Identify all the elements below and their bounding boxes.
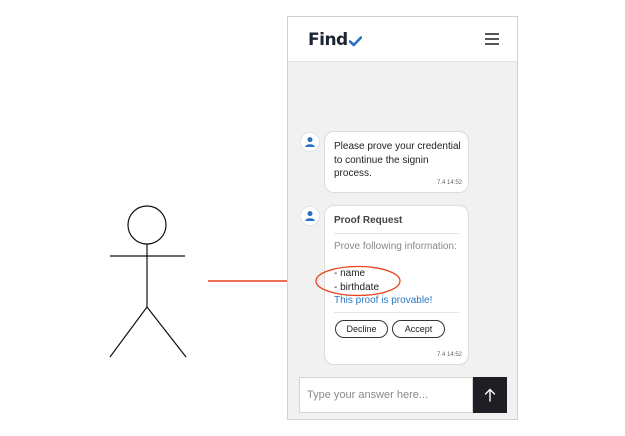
divider (334, 312, 459, 313)
divider (334, 233, 459, 234)
app-header: Find (288, 17, 517, 62)
highlight-ellipse (315, 265, 401, 297)
figure-head (127, 205, 167, 245)
logo-text: Find (308, 30, 348, 50)
arrow-up-icon (484, 388, 496, 402)
user-icon (300, 132, 320, 152)
figure-right-leg (146, 306, 187, 358)
proof-request-timestamp: 7.4 14:52 (436, 352, 462, 358)
accept-button[interactable]: Accept (392, 320, 445, 338)
phone-screen: Find Please prove your credential to con… (287, 16, 518, 420)
send-button[interactable] (473, 377, 507, 413)
checkmark-icon (348, 35, 362, 46)
find-logo[interactable]: Find (308, 30, 362, 50)
decline-button[interactable]: Decline (335, 320, 388, 338)
figure-left-leg (109, 306, 148, 358)
message-text: Please prove your credential to continue… (334, 141, 461, 179)
hamburger-menu-icon[interactable] (485, 33, 499, 45)
proof-request-title: Proof Request (334, 215, 403, 226)
message-bubble: Please prove your credential to continue… (324, 131, 469, 193)
message-timestamp: 7.4 14:52 (436, 180, 462, 186)
user-icon (300, 206, 320, 226)
proof-request-intro: Prove following information: (334, 241, 457, 252)
answer-input[interactable] (299, 377, 473, 413)
stick-figure (109, 205, 187, 358)
